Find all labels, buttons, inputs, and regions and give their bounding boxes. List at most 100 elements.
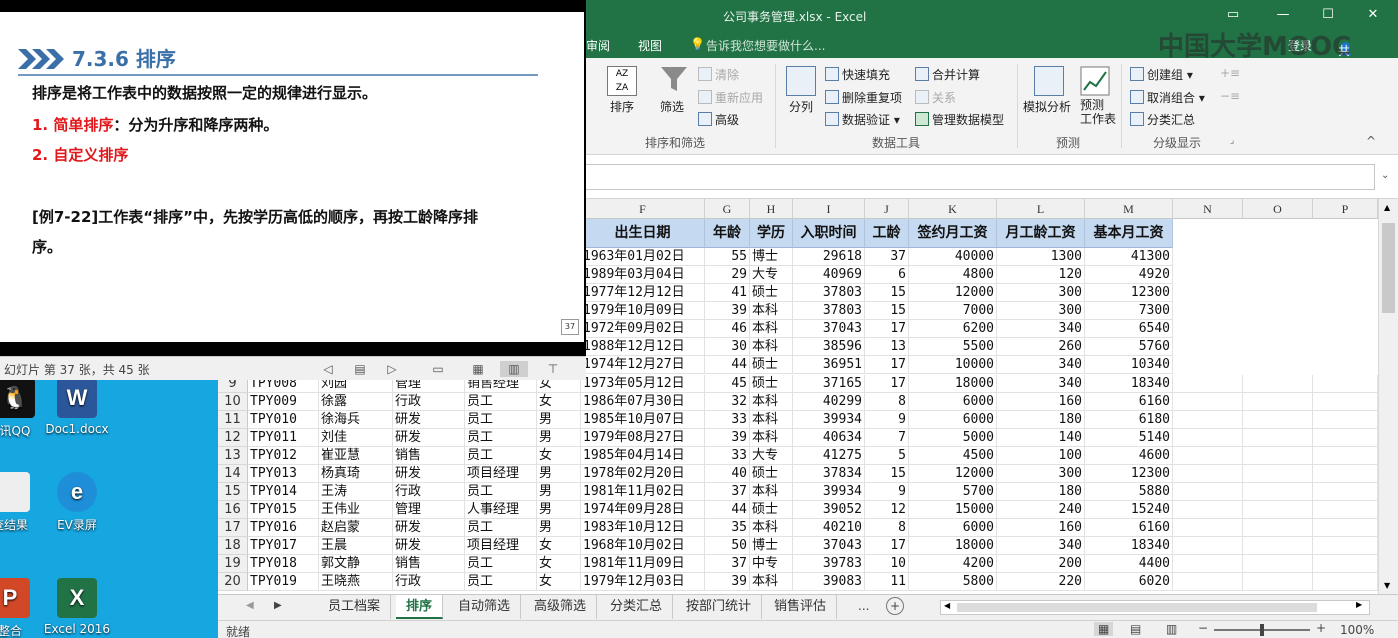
vertical-scrollbar[interactable]: ▲ ▼ <box>1378 199 1398 594</box>
table-cell[interactable]: 17 <box>865 356 909 374</box>
table-cell[interactable]: 本科 <box>750 573 793 591</box>
table-cell[interactable]: 郭文静 <box>319 555 393 573</box>
table-cell[interactable]: 硕士 <box>750 465 793 483</box>
table-cell[interactable]: 6160 <box>1085 519 1173 537</box>
page-break-icon[interactable]: ▥ <box>1166 622 1177 636</box>
table-cell[interactable]: 18000 <box>909 537 997 555</box>
empty-cell[interactable] <box>1243 447 1313 465</box>
table-cell[interactable]: 6020 <box>1085 573 1173 591</box>
table-cell[interactable]: 340 <box>997 375 1085 393</box>
table-cell[interactable]: 12300 <box>1085 284 1173 302</box>
table-cell[interactable]: 6200 <box>909 320 997 338</box>
empty-cell[interactable] <box>1313 393 1378 411</box>
page-layout-icon[interactable]: ▤ <box>1130 622 1141 636</box>
table-cell[interactable]: 男 <box>537 411 581 429</box>
table-cell[interactable]: 男 <box>537 519 581 537</box>
table-cell[interactable]: 37 <box>705 555 750 573</box>
flash-fill-button[interactable]: 快速填充 <box>825 66 890 83</box>
table-cell[interactable]: 8 <box>865 393 909 411</box>
table-cell[interactable]: 6000 <box>909 519 997 537</box>
slideshow-icon[interactable]: ⊤ <box>545 361 561 377</box>
table-cell[interactable]: 38596 <box>793 338 865 356</box>
table-cell[interactable]: 5 <box>865 447 909 465</box>
table-cell[interactable]: 本科 <box>750 411 793 429</box>
table-cell[interactable]: 管理 <box>393 501 465 519</box>
column-header[interactable]: F <box>581 199 705 219</box>
table-cell[interactable]: 35 <box>705 519 750 537</box>
sheet-tab[interactable]: 员工档案 <box>318 595 392 619</box>
sheet-tab[interactable]: 按部门统计 <box>676 595 763 619</box>
empty-cell[interactable] <box>1173 429 1243 447</box>
table-cell[interactable]: 1974年12月27日 <box>581 356 705 374</box>
filter-button[interactable]: 筛选 <box>660 98 684 115</box>
table-cell[interactable]: 1985年10月07日 <box>581 411 705 429</box>
slide-menu-icon[interactable]: ▤ <box>352 361 368 377</box>
table-cell[interactable]: 1988年12月12日 <box>581 338 705 356</box>
table-cell[interactable]: 36951 <box>793 356 865 374</box>
table-cell[interactable]: 33 <box>705 447 750 465</box>
table-cell[interactable]: 6000 <box>909 411 997 429</box>
table-cell[interactable]: 男 <box>537 429 581 447</box>
table-cell[interactable]: 5140 <box>1085 429 1173 447</box>
table-cell[interactable]: 中专 <box>750 555 793 573</box>
table-cell[interactable]: 销售 <box>393 447 465 465</box>
row-header[interactable]: 14 <box>218 465 248 483</box>
header-cell[interactable]: 月工龄工资 <box>997 219 1085 248</box>
table-cell[interactable]: 大专 <box>750 447 793 465</box>
empty-cell[interactable] <box>1243 375 1313 393</box>
table-cell[interactable]: 人事经理 <box>465 501 537 519</box>
table-cell[interactable]: 100 <box>997 447 1085 465</box>
desktop-icon-doc1[interactable]: W Doc1.docx <box>32 378 122 436</box>
table-cell[interactable]: 6160 <box>1085 393 1173 411</box>
sort-button[interactable]: 排序 <box>610 98 634 115</box>
table-cell[interactable]: 王晓燕 <box>319 573 393 591</box>
prev-slide-icon[interactable]: ◁ <box>320 361 336 377</box>
table-cell[interactable]: 本科 <box>750 320 793 338</box>
table-cell[interactable]: 1973年05月12日 <box>581 375 705 393</box>
table-cell[interactable]: 1981年11月02日 <box>581 483 705 501</box>
table-cell[interactable]: 40634 <box>793 429 865 447</box>
forecast-sheet-button[interactable]: 预测 工作表 <box>1080 98 1116 126</box>
table-cell[interactable]: 5800 <box>909 573 997 591</box>
empty-cell[interactable] <box>1173 483 1243 501</box>
table-cell[interactable]: 10000 <box>909 356 997 374</box>
empty-cell[interactable] <box>1173 375 1243 393</box>
advanced-button[interactable]: 高级 <box>698 111 739 128</box>
table-cell[interactable]: 硕士 <box>750 375 793 393</box>
table-cell[interactable]: 9 <box>865 483 909 501</box>
table-cell[interactable]: 39 <box>705 573 750 591</box>
table-cell[interactable]: 15 <box>865 302 909 320</box>
table-cell[interactable]: 39083 <box>793 573 865 591</box>
table-cell[interactable]: 赵启蒙 <box>319 519 393 537</box>
table-cell[interactable]: 本科 <box>750 429 793 447</box>
table-cell[interactable]: 5000 <box>909 429 997 447</box>
table-cell[interactable]: 180 <box>997 483 1085 501</box>
table-cell[interactable]: 55 <box>705 248 750 266</box>
header-cell[interactable]: 学历 <box>750 219 793 248</box>
table-cell[interactable]: 硕士 <box>750 284 793 302</box>
empty-cell[interactable] <box>1243 465 1313 483</box>
table-cell[interactable]: 15240 <box>1085 501 1173 519</box>
table-cell[interactable]: 39783 <box>793 555 865 573</box>
empty-cell[interactable] <box>1173 447 1243 465</box>
minimize-button[interactable]: — <box>1263 4 1303 26</box>
table-cell[interactable]: 男 <box>537 483 581 501</box>
table-cell[interactable]: 40969 <box>793 266 865 284</box>
add-sheet-icon[interactable]: + <box>886 597 904 615</box>
table-cell[interactable]: 6000 <box>909 393 997 411</box>
empty-cell[interactable] <box>1313 483 1378 501</box>
table-cell[interactable]: 女 <box>537 537 581 555</box>
table-cell[interactable]: 7 <box>865 429 909 447</box>
empty-cell[interactable] <box>1173 411 1243 429</box>
empty-cell[interactable] <box>1173 555 1243 573</box>
table-cell[interactable]: TPY017 <box>248 537 319 555</box>
table-cell[interactable]: 1985年04月14日 <box>581 447 705 465</box>
table-cell[interactable]: 行政 <box>393 573 465 591</box>
table-cell[interactable]: 37 <box>865 248 909 266</box>
column-header[interactable]: K <box>909 199 997 219</box>
table-cell[interactable]: 1978年02月20日 <box>581 465 705 483</box>
table-cell[interactable]: 员工 <box>465 573 537 591</box>
empty-cell[interactable] <box>1313 465 1378 483</box>
table-cell[interactable]: 1979年12月03日 <box>581 573 705 591</box>
table-cell[interactable]: 1979年08月27日 <box>581 429 705 447</box>
